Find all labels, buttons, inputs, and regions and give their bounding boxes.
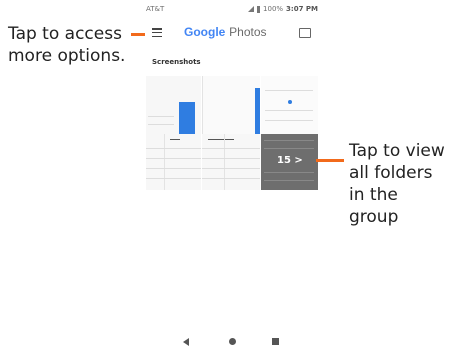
- recents-icon[interactable]: [272, 338, 279, 345]
- screenshot-thumbnail-4[interactable]: [146, 134, 201, 190]
- thumb-line: [202, 148, 260, 149]
- callout-folders: Tap to view all folders in the group: [349, 141, 445, 227]
- screenshot-thumbnail-3[interactable]: [261, 76, 318, 134]
- thumb-line: [265, 110, 313, 111]
- blue-keypad: [179, 102, 195, 134]
- thumb-line: [264, 172, 314, 173]
- battery-percent: 100%: [263, 5, 284, 13]
- signal-icon: [248, 6, 255, 12]
- divider: [164, 134, 165, 190]
- navigation-bar: [146, 333, 318, 347]
- divider: [224, 134, 225, 190]
- screenshot-thumbnail-2[interactable]: [202, 76, 260, 134]
- status-time: 3:07 PM: [286, 5, 318, 13]
- section-title: Screenshots: [152, 58, 201, 66]
- thumb-line: [148, 124, 174, 125]
- screenshot-thumbnail-5[interactable]: [202, 134, 260, 190]
- more-folders-tile[interactable]: 15 >: [261, 134, 318, 190]
- thumb-line: [264, 148, 314, 149]
- callout-menu-leader: [131, 33, 145, 36]
- more-folders-count: 15 >: [277, 155, 303, 166]
- app-bar: Google Photos: [146, 22, 318, 44]
- thumb-line: [146, 168, 201, 169]
- thumb-line: [208, 139, 234, 140]
- thumb-line: [265, 120, 313, 121]
- screenshot-thumbnail-1[interactable]: [146, 76, 201, 134]
- thumb-line: [202, 178, 260, 179]
- carrier-label: AT&T: [146, 5, 165, 13]
- callout-menu: Tap to access more options.: [8, 24, 126, 66]
- thumb-line: [148, 116, 174, 117]
- thumb-line: [265, 90, 313, 91]
- hamburger-menu-icon[interactable]: [152, 28, 162, 37]
- thumb-line: [146, 148, 201, 149]
- thumb-line: [264, 180, 314, 181]
- thumb-line: [170, 139, 180, 140]
- brand-photos: Photos: [229, 25, 267, 39]
- home-icon[interactable]: [229, 338, 236, 345]
- cast-icon[interactable]: [299, 28, 311, 38]
- thumb-line: [264, 140, 314, 141]
- callout-folders-leader: [316, 159, 344, 162]
- status-icons: 100% 3:07 PM: [248, 5, 318, 13]
- thumb-line: [146, 158, 201, 159]
- brand-google: Google: [184, 25, 226, 39]
- thumb-line: [202, 158, 260, 159]
- status-bar: AT&T 100% 3:07 PM: [146, 3, 318, 17]
- app-logo: Google Photos: [184, 25, 267, 39]
- thumb-line: [202, 168, 260, 169]
- battery-icon: [257, 5, 261, 13]
- blue-edge: [255, 88, 260, 134]
- divider: [202, 76, 203, 134]
- back-icon[interactable]: [183, 338, 189, 346]
- thumb-line: [146, 178, 201, 179]
- calendar-selected-day: [288, 100, 292, 104]
